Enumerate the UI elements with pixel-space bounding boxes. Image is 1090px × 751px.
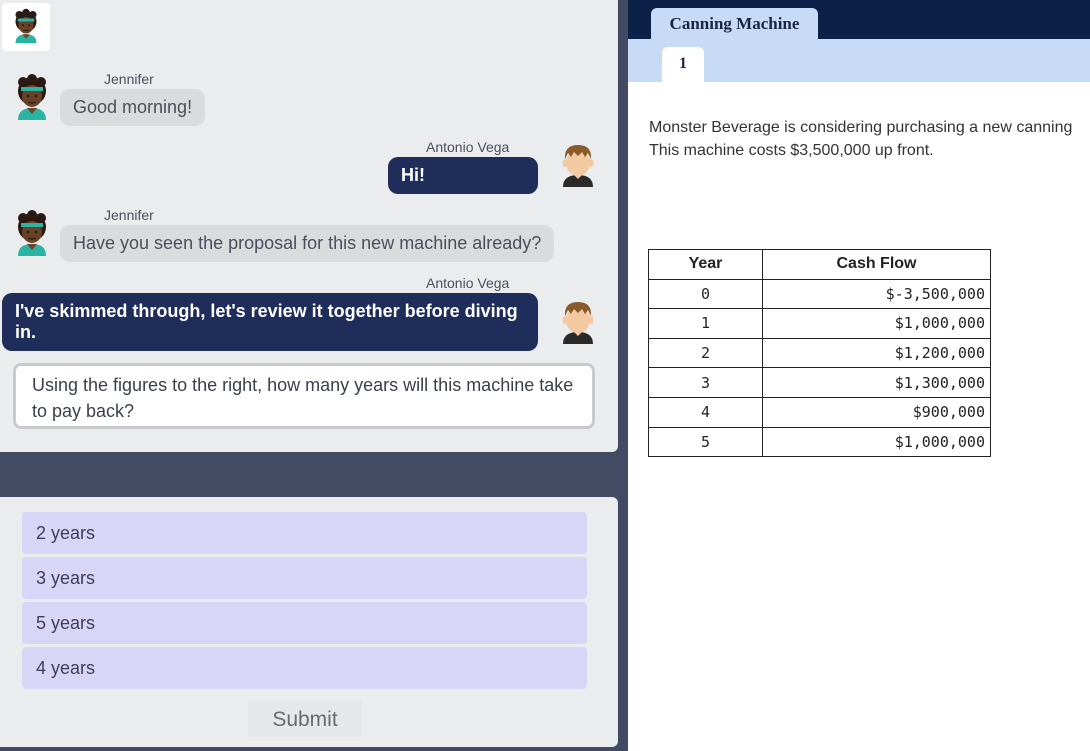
jennifer-avatar-icon [11, 8, 41, 44]
antonio-avatar-icon [558, 141, 598, 187]
question-prompt: Using the figures to the right, how many… [13, 363, 595, 429]
cash-flow-table: Year Cash Flow 0 $-3,500,000 1 $1,000,00… [648, 249, 991, 458]
year-cell: 0 [648, 278, 763, 310]
jennifer-avatar-icon [12, 74, 52, 120]
table-row: 3 $1,300,000 [648, 367, 991, 398]
cash-flow-cell: $900,000 [762, 396, 991, 428]
table-row: 5 $1,000,000 [648, 426, 991, 458]
answer-option[interactable]: 2 years [22, 512, 587, 554]
message-sender: Antonio Vega [426, 139, 510, 155]
table-row: 2 $1,200,000 [648, 337, 991, 369]
table-header-row: Year Cash Flow [648, 249, 991, 280]
chat-message: Hi! [388, 157, 538, 194]
column-header-cash-flow: Cash Flow [762, 249, 991, 280]
year-cell: 4 [648, 396, 763, 428]
tab-canning-machine[interactable]: Canning Machine [651, 8, 818, 39]
chat-message: Good morning! [60, 89, 206, 126]
year-cell: 3 [648, 367, 763, 398]
chat-message: Have you seen the proposal for this new … [60, 225, 555, 262]
jennifer-avatar-icon [12, 210, 52, 256]
answer-option[interactable]: 3 years [22, 557, 587, 599]
description-line: Monster Beverage is considering purchasi… [649, 119, 1073, 136]
cash-flow-cell: $-3,500,000 [762, 278, 991, 310]
description-line: This machine costs $3,500,000 up front. [649, 142, 934, 159]
table-row: 4 $900,000 [648, 396, 991, 428]
answer-option[interactable]: 5 years [22, 602, 587, 644]
page-tab-1[interactable]: 1 [662, 47, 704, 82]
table-row: 0 $-3,500,000 [648, 278, 991, 310]
answer-option[interactable]: 4 years [22, 647, 587, 689]
cash-flow-cell: $1,200,000 [762, 337, 991, 369]
document-tab-bar: Canning Machine [628, 0, 1090, 39]
cash-flow-cell: $1,300,000 [762, 367, 991, 398]
chat-pane: Jennifer Good morning! Antonio Vega Hi! … [0, 0, 628, 751]
document-description: Monster Beverage is considering purchasi… [649, 116, 1090, 162]
cash-flow-cell: $1,000,000 [762, 426, 991, 458]
message-sender: Jennifer [104, 71, 154, 87]
cash-flow-cell: $1,000,000 [762, 308, 991, 339]
page-tab-bar: 1 [628, 39, 1090, 82]
chat-message: I've skimmed through, let's review it to… [2, 293, 538, 351]
chat-panel: Jennifer Good morning! Antonio Vega Hi! … [0, 0, 618, 452]
year-cell: 5 [648, 426, 763, 458]
antonio-avatar-icon [558, 298, 598, 344]
table-row: 1 $1,000,000 [648, 308, 991, 339]
submit-button[interactable]: Submit [248, 701, 362, 737]
message-sender: Jennifer [104, 207, 154, 223]
year-cell: 2 [648, 337, 763, 369]
year-cell: 1 [648, 308, 763, 339]
document-pane: Canning Machine 1 Monster Beverage is co… [628, 0, 1090, 751]
header-avatar [2, 3, 50, 51]
message-sender: Antonio Vega [426, 275, 510, 291]
column-header-year: Year [648, 249, 763, 280]
